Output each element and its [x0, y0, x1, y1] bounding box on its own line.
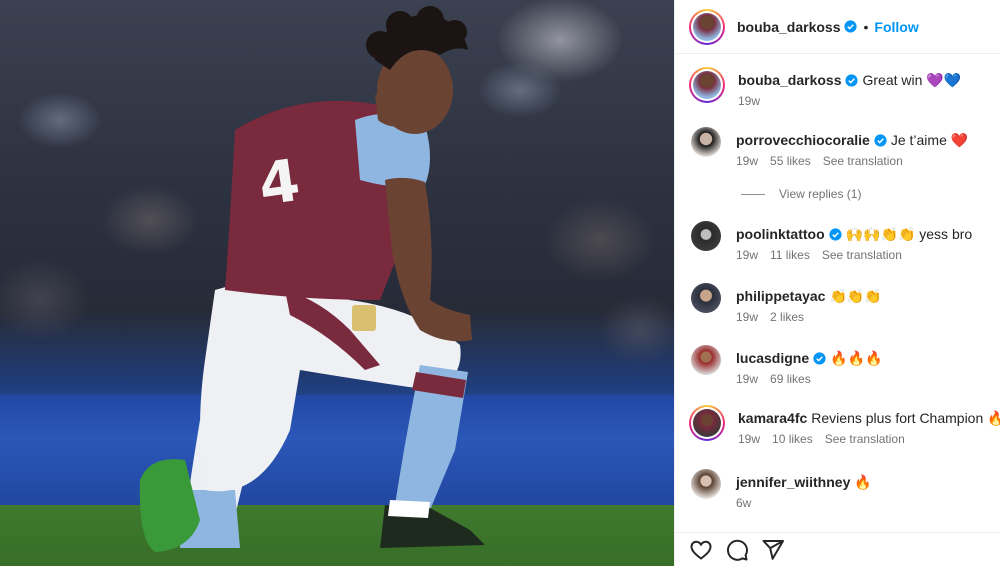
verified-badge-icon: [845, 74, 859, 87]
commenter-avatar[interactable]: [691, 469, 721, 499]
commenter-avatar[interactable]: [691, 283, 721, 313]
see-translation-link[interactable]: See translation: [822, 248, 902, 262]
comment-item: porrovecchiocoralie Je t’aime ❤️ 19w 55 l…: [691, 127, 991, 168]
comment-time: 19w: [738, 432, 761, 446]
comment-time: 19w: [736, 310, 759, 324]
comment-item: kamara4fc Reviens plus fort Champion 🔥 19…: [689, 405, 1000, 446]
commenter-avatar[interactable]: [691, 221, 721, 251]
comment-likes[interactable]: 2 likes: [770, 310, 804, 324]
view-replies-button[interactable]: View replies (1): [741, 187, 861, 201]
see-translation-link[interactable]: See translation: [823, 154, 903, 168]
comment-time: 19w: [736, 372, 759, 386]
comment-likes[interactable]: 11 likes: [770, 248, 810, 262]
comments-list[interactable]: bouba_darkoss Great win 💜💙 19w porrovecch…: [675, 55, 1000, 530]
verified-badge-icon: [829, 228, 842, 241]
comment-text: 🔥🔥🔥: [830, 350, 883, 366]
caption-time: 19w: [738, 94, 761, 108]
comment-text: Reviens plus fort Champion 🔥: [811, 410, 1000, 426]
commenter-avatar[interactable]: [691, 345, 721, 375]
comment-username[interactable]: porrovecchiocoralie: [736, 132, 870, 148]
commenter-avatar[interactable]: [689, 405, 725, 441]
verified-badge-icon: [844, 20, 858, 33]
replies-divider: [741, 193, 765, 195]
commenter-avatar[interactable]: [691, 127, 721, 157]
comment-text: 🔥: [854, 474, 872, 490]
post-side-panel: bouba_darkoss • Follow bouba_darkoss Grea…: [674, 0, 1000, 566]
comment-username[interactable]: kamara4fc: [738, 410, 807, 426]
view-replies-label[interactable]: View replies (1): [779, 187, 861, 201]
comment-text: Je t’aime ❤️: [890, 132, 969, 148]
verified-badge-icon: [813, 352, 826, 365]
post-header: bouba_darkoss • Follow: [675, 0, 1000, 54]
comment-time: 19w: [736, 248, 759, 262]
comment-time: 19w: [736, 154, 759, 168]
verified-badge-icon: [874, 134, 887, 147]
comment-icon[interactable]: [725, 538, 749, 562]
comment-time: 6w: [736, 496, 752, 510]
comment-item: poolinktattoo 🙌🙌👏👏 yess bro 19w 11 likes …: [691, 221, 991, 262]
caption-text: Great win 💜💙: [862, 72, 962, 88]
comment-username[interactable]: poolinktattoo: [736, 226, 825, 242]
comment-item: lucasdigne 🔥🔥🔥 19w 69 likes: [691, 345, 991, 386]
comment-item: philippetayac 👏👏👏 19w 2 likes: [691, 283, 991, 324]
author-avatar[interactable]: [689, 8, 725, 45]
comment-likes[interactable]: 55 likes: [770, 154, 811, 168]
author-username[interactable]: bouba_darkoss: [737, 19, 840, 35]
follow-button[interactable]: Follow: [874, 19, 918, 35]
comment-likes[interactable]: 10 likes: [772, 432, 813, 446]
player-figure: 4: [139, 6, 485, 552]
comment-username[interactable]: philippetayac: [736, 288, 825, 304]
comment-username[interactable]: jennifer_wiithney: [736, 474, 850, 490]
comment-likes[interactable]: 69 likes: [770, 372, 811, 386]
see-translation-link[interactable]: See translation: [825, 432, 905, 446]
comment-username[interactable]: lucasdigne: [736, 350, 809, 366]
header-separator: •: [863, 18, 869, 35]
caption-avatar[interactable]: [689, 67, 725, 103]
caption-username[interactable]: bouba_darkoss: [738, 72, 841, 88]
comment-text: 🙌🙌👏👏 yess bro: [845, 226, 973, 242]
share-icon[interactable]: [761, 538, 785, 562]
comment-item: jennifer_wiithney 🔥 6w: [691, 469, 991, 510]
post-actions-bar: [675, 532, 1000, 566]
post-photo: 4: [0, 0, 674, 566]
caption-item: bouba_darkoss Great win 💜💙 19w: [689, 67, 989, 108]
heart-icon[interactable]: [689, 538, 713, 562]
comment-text: 👏👏👏: [829, 288, 882, 304]
